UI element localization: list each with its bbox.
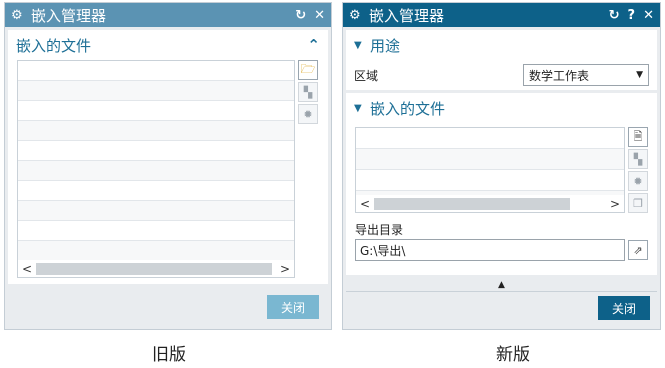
dropdown-icon: ▼ bbox=[636, 70, 643, 80]
list-row[interactable] bbox=[18, 121, 294, 141]
chevron-up-icon[interactable]: ⌃ bbox=[307, 36, 320, 54]
area-select[interactable]: 数学工作表 ▼ bbox=[523, 64, 649, 86]
scroll-track[interactable] bbox=[36, 262, 276, 275]
old-close-button[interactable]: 关闭 bbox=[267, 295, 319, 319]
close-icon[interactable]: ✕ bbox=[643, 8, 654, 23]
replace-icon[interactable]: ▚ bbox=[298, 82, 318, 102]
scroll-right-icon[interactable]: > bbox=[606, 197, 624, 211]
scroll-thumb[interactable] bbox=[36, 262, 272, 275]
export-dir-input[interactable]: G:\导出\ bbox=[355, 239, 625, 261]
list-row[interactable] bbox=[356, 149, 624, 170]
new-caption: 新版 bbox=[496, 345, 530, 365]
new-close-button[interactable]: 关闭 bbox=[598, 296, 650, 320]
collapse-triangle-icon[interactable]: ▼ bbox=[354, 40, 370, 51]
export-folder-icon[interactable]: ⇗ bbox=[628, 240, 648, 260]
collapse-up-icon[interactable]: ▲ bbox=[498, 280, 505, 290]
new-titlebar: ⚙ 嵌入管理器 ↻ ? ✕ bbox=[343, 3, 660, 27]
scroll-thumb[interactable] bbox=[374, 197, 570, 210]
old-files-panel: 嵌入的文件 ⌃ < > 🗁 ▚ ✹ bbox=[8, 30, 328, 284]
area-select-value: 数学工作表 bbox=[529, 68, 590, 83]
new-files-panel: ▼ 嵌入的文件 < > 🗎 ▚ ✹ ❐ 导出目录 G:\导出\ ⇗ bbox=[346, 93, 657, 275]
usage-panel: ▼ 用途 区域 数学工作表 ▼ bbox=[346, 30, 657, 90]
old-section-label: 嵌入的文件 bbox=[16, 36, 92, 55]
add-folder-icon[interactable]: 🗁 bbox=[298, 60, 318, 80]
old-file-list[interactable]: < > bbox=[17, 60, 295, 278]
old-caption: 旧版 bbox=[152, 345, 186, 365]
list-row[interactable] bbox=[356, 170, 624, 191]
replace-icon[interactable]: ▚ bbox=[628, 149, 648, 169]
scroll-right-icon[interactable]: > bbox=[276, 262, 294, 276]
usage-section-header[interactable]: ▼ 用途 bbox=[346, 30, 657, 60]
reset-icon[interactable]: ↻ bbox=[609, 8, 620, 23]
new-dialog-title: 嵌入管理器 bbox=[369, 6, 445, 25]
add-file-icon[interactable]: 🗎 bbox=[628, 127, 648, 147]
old-dialog-title: 嵌入管理器 bbox=[31, 6, 107, 25]
old-horizontal-scrollbar[interactable]: < > bbox=[18, 260, 294, 277]
copy-icon[interactable]: ❐ bbox=[628, 193, 648, 213]
export-dir-label: 导出目录 bbox=[355, 223, 404, 237]
list-row[interactable] bbox=[18, 221, 294, 241]
reset-icon[interactable]: ↻ bbox=[295, 8, 306, 23]
list-row[interactable] bbox=[18, 181, 294, 201]
old-file-list-area: < > 🗁 ▚ ✹ bbox=[8, 60, 328, 278]
export-dir-area: 导出目录 G:\导出\ ⇗ bbox=[346, 215, 657, 261]
new-file-list-area: < > 🗎 ▚ ✹ ❐ bbox=[346, 123, 657, 215]
area-label: 区域 bbox=[354, 68, 379, 83]
scroll-left-icon[interactable]: < bbox=[356, 197, 374, 211]
new-horizontal-scrollbar[interactable]: < > bbox=[356, 195, 624, 212]
area-field-row: 区域 数学工作表 ▼ bbox=[346, 60, 657, 90]
old-side-buttons: 🗁 ▚ ✹ bbox=[298, 60, 318, 278]
new-section-header[interactable]: ▼ 嵌入的文件 bbox=[346, 93, 657, 123]
list-row[interactable] bbox=[18, 141, 294, 161]
close-icon[interactable]: ✕ bbox=[314, 8, 325, 23]
list-row[interactable] bbox=[18, 61, 294, 81]
list-row[interactable] bbox=[18, 241, 294, 261]
settings-icon[interactable]: ✹ bbox=[628, 171, 648, 191]
new-file-list[interactable]: < > bbox=[355, 127, 625, 213]
list-row[interactable] bbox=[18, 201, 294, 221]
help-icon[interactable]: ? bbox=[628, 8, 636, 23]
new-side-buttons: 🗎 ▚ ✹ ❐ bbox=[628, 127, 648, 215]
scroll-track[interactable] bbox=[374, 197, 606, 210]
collapse-bar[interactable]: ▲ bbox=[346, 278, 657, 292]
scroll-left-icon[interactable]: < bbox=[18, 262, 36, 276]
collapse-triangle-icon[interactable]: ▼ bbox=[354, 103, 370, 114]
list-row[interactable] bbox=[18, 101, 294, 121]
old-section-header[interactable]: 嵌入的文件 ⌃ bbox=[8, 30, 328, 60]
old-titlebar: ⚙ 嵌入管理器 ↻ ✕ bbox=[5, 3, 331, 27]
gear-icon: ⚙ bbox=[11, 7, 23, 23]
new-embed-manager-dialog: ⚙ 嵌入管理器 ↻ ? ✕ ▼ 用途 区域 数学工作表 ▼ ▼ 嵌入的文件 < bbox=[342, 2, 661, 330]
new-section-label: 嵌入的文件 bbox=[370, 99, 446, 118]
usage-section-label: 用途 bbox=[370, 36, 401, 55]
export-dir-row: G:\导出\ ⇗ bbox=[355, 239, 648, 261]
gear-icon: ⚙ bbox=[349, 7, 361, 23]
export-dir-value: G:\导出\ bbox=[360, 243, 406, 258]
settings-icon[interactable]: ✹ bbox=[298, 104, 318, 124]
list-row[interactable] bbox=[18, 81, 294, 101]
old-embed-manager-dialog: ⚙ 嵌入管理器 ↻ ✕ 嵌入的文件 ⌃ < > 🗁 ▚ ✹ 关闭 bbox=[4, 2, 332, 330]
list-row[interactable] bbox=[18, 161, 294, 181]
list-row[interactable] bbox=[356, 128, 624, 149]
